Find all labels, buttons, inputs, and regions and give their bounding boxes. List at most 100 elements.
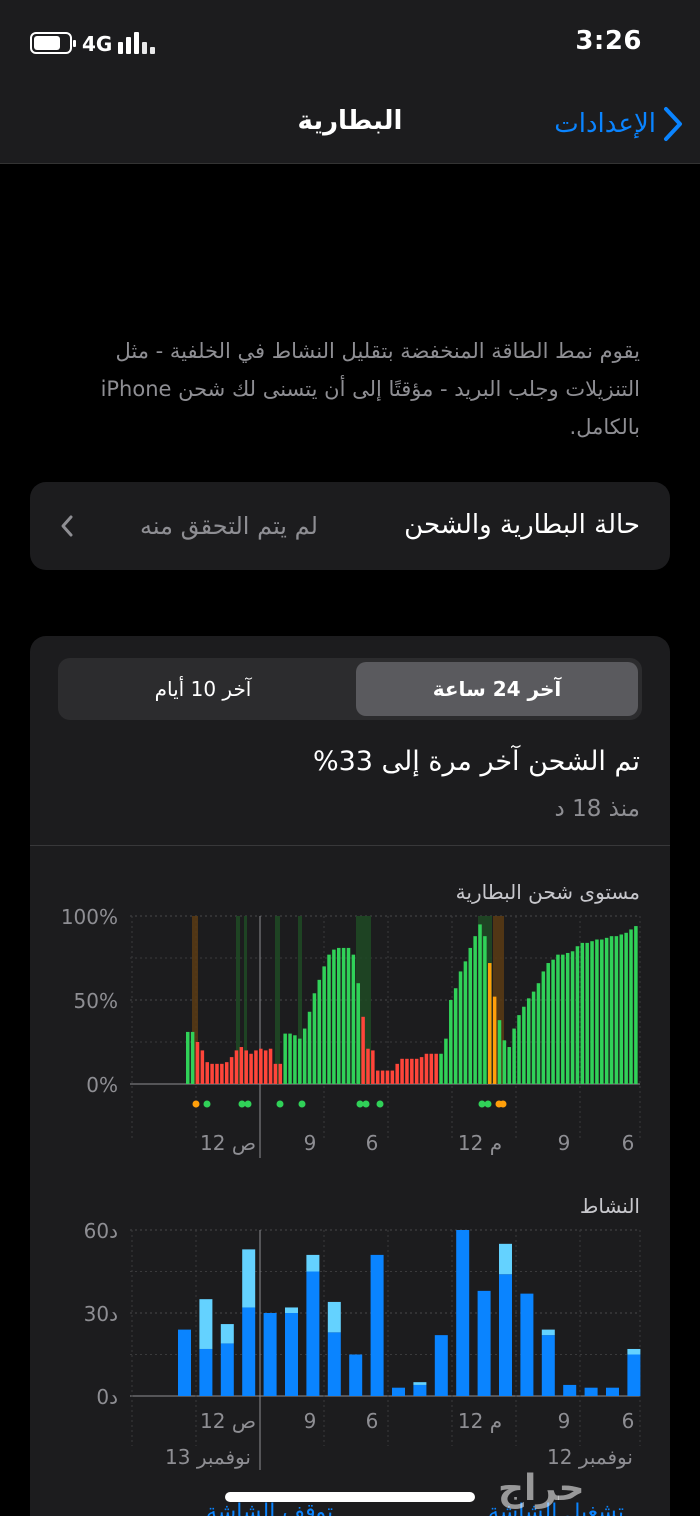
activity-bar-screen-off xyxy=(242,1249,256,1308)
battery-bar xyxy=(190,1031,195,1084)
battery-bar xyxy=(483,936,487,1084)
battery-bar xyxy=(444,1038,448,1084)
y-tick-label: 100% xyxy=(61,905,118,929)
network-type: 4G xyxy=(82,32,113,56)
divider xyxy=(30,845,670,846)
battery-bar xyxy=(570,951,575,1084)
activity-bar-screen-off xyxy=(541,1329,555,1336)
battery-bar xyxy=(332,949,336,1084)
battery-bar xyxy=(424,1053,429,1084)
battery-bar xyxy=(234,1050,239,1084)
battery-bar xyxy=(351,954,356,1084)
activity-bar-screen-on xyxy=(370,1254,384,1396)
segment-last-10-days[interactable]: آخر 10 أيام xyxy=(62,662,344,716)
activity-bar-screen-on xyxy=(413,1384,427,1396)
battery-health-group[interactable]: حالة البطارية والشحن لم يتم التحقق منه xyxy=(30,482,670,570)
activity-bar-screen-on xyxy=(606,1387,619,1396)
battery-bar xyxy=(356,983,360,1084)
battery-bar xyxy=(429,1053,434,1084)
activity-chart: 60د 30د 0د 6 9 12 م 6 9 12 ص 12 نوفمبر 13 نوفمبر xyxy=(84,1219,641,1470)
activity-bar-screen-on xyxy=(349,1354,363,1396)
activity-bar-screen-on xyxy=(199,1348,213,1396)
x-tick-label: 12 ص xyxy=(200,1409,256,1433)
x-tick-label: 6 xyxy=(622,1131,635,1155)
charging-dot xyxy=(478,1100,486,1108)
x-tick-label: 6 xyxy=(366,1409,379,1433)
activity-bar-screen-on xyxy=(263,1313,277,1396)
battery-bar xyxy=(380,1070,385,1084)
back-button[interactable]: الإعدادات xyxy=(554,106,684,142)
y-tick-label: 60د xyxy=(84,1219,118,1243)
low-power-toggle[interactable] xyxy=(60,245,154,301)
activity-bar-screen-on xyxy=(327,1332,341,1396)
battery-bar xyxy=(322,966,326,1084)
date-label: 12 نوفمبر xyxy=(547,1445,633,1469)
y-tick-label: 30د xyxy=(84,1302,118,1326)
y-tick-label: 50% xyxy=(74,989,118,1013)
battery-bar xyxy=(268,1048,273,1084)
battery-bar xyxy=(244,1050,248,1084)
charging-dot xyxy=(376,1100,384,1108)
battery-bar xyxy=(215,1063,219,1084)
battery-bar xyxy=(273,1063,278,1084)
battery-bar xyxy=(565,952,570,1084)
battery-bar xyxy=(249,1053,253,1084)
charging-dot xyxy=(244,1100,252,1108)
battery-bar xyxy=(371,1050,375,1084)
battery-bar xyxy=(634,926,638,1084)
activity-bar-screen-on xyxy=(584,1387,598,1396)
battery-bar xyxy=(288,1033,292,1084)
last-charged-label: تم الشحن آخر مرة إلى 33% xyxy=(312,746,640,777)
battery-percentage-toggle[interactable] xyxy=(60,158,154,214)
battery-bar xyxy=(585,942,589,1084)
battery-bar xyxy=(546,963,550,1084)
activity-bar-screen-on xyxy=(306,1271,320,1396)
segment-last-24-hours[interactable]: آخر 24 ساعة xyxy=(356,662,638,716)
battery-bar xyxy=(590,941,594,1084)
charging-dot xyxy=(362,1100,370,1108)
battery-bar xyxy=(629,929,633,1084)
battery-bar xyxy=(526,998,531,1084)
battery-bar xyxy=(536,983,541,1084)
battery-bar xyxy=(619,934,624,1084)
y-tick-label: 0% xyxy=(86,1073,118,1097)
battery-bar xyxy=(390,1070,395,1084)
activity-bar-screen-on xyxy=(178,1329,191,1396)
charging-dot xyxy=(203,1100,211,1108)
battery-bar xyxy=(551,959,555,1084)
battery-bar xyxy=(327,954,331,1084)
battery-bar xyxy=(395,1063,399,1084)
activity-bar-screen-on xyxy=(456,1230,470,1396)
battery-icon xyxy=(30,32,76,54)
battery-health-row[interactable]: حالة البطارية والشحن لم يتم التحقق منه xyxy=(30,482,670,570)
battery-bar xyxy=(302,1028,307,1084)
activity-bar-screen-on xyxy=(477,1290,491,1396)
battery-bar xyxy=(186,1031,190,1084)
charging-dot xyxy=(298,1100,306,1108)
screen-off-link[interactable]: توقف الشاشة xyxy=(206,1500,333,1516)
battery-bar xyxy=(254,1050,258,1084)
charging-dot xyxy=(356,1100,364,1108)
activity-bar-screen-off xyxy=(499,1243,512,1275)
battery-bar xyxy=(453,988,458,1084)
activity-bar-screen-off xyxy=(306,1254,320,1272)
battery-bar xyxy=(405,1058,409,1084)
battery-bar xyxy=(283,1033,287,1084)
battery-level-chart: 100% 50% 0% 6 9 12 م 6 9 12 ص xyxy=(61,905,641,1158)
battery-bar xyxy=(312,993,317,1084)
battery-bar xyxy=(346,947,351,1084)
activity-bar-screen-off xyxy=(285,1307,298,1313)
battery-bar xyxy=(205,1062,209,1084)
activity-bar-screen-on xyxy=(627,1354,641,1396)
battery-bar xyxy=(541,971,546,1084)
home-indicator[interactable] xyxy=(225,1492,475,1502)
battery-bar xyxy=(604,937,609,1084)
battery-bar xyxy=(478,924,482,1084)
charging-dot xyxy=(238,1100,246,1108)
battery-bar xyxy=(414,1058,419,1084)
battery-bar xyxy=(595,939,599,1084)
activity-bar-screen-off xyxy=(220,1324,234,1344)
battery-bar xyxy=(385,1070,390,1084)
activity-bar-screen-on xyxy=(220,1343,234,1396)
battery-bar xyxy=(239,1047,244,1084)
